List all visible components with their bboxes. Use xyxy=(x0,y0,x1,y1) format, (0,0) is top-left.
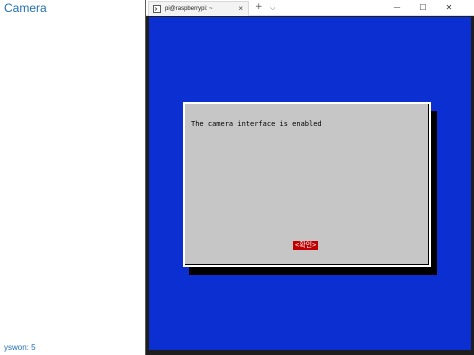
new-tab-button[interactable]: + xyxy=(255,1,263,13)
terminal-tab[interactable]: pi@raspberrypi: ~ × xyxy=(148,1,249,16)
left-pane: Camera yswon: 5 xyxy=(0,0,145,355)
app-title: Camera xyxy=(4,1,47,15)
dialog-message: The camera interface is enabled xyxy=(191,120,322,128)
ok-button[interactable]: <확인> xyxy=(293,241,319,250)
maximize-button[interactable]: ☐ xyxy=(412,0,434,15)
terminal-window: pi@raspberrypi: ~ × + ⌵ — ☐ ✕ The camera… xyxy=(145,0,474,355)
close-button[interactable]: ✕ xyxy=(438,0,460,15)
terminal-screen[interactable]: The camera interface is enabled <확인> xyxy=(149,17,471,350)
tab-dropdown-icon[interactable]: ⌵ xyxy=(270,2,275,14)
minimize-button[interactable]: — xyxy=(386,0,408,15)
tab-bar: pi@raspberrypi: ~ × + ⌵ — ☐ ✕ xyxy=(146,0,474,16)
tab-title: pi@raspberrypi: ~ xyxy=(165,6,213,12)
terminal-icon xyxy=(153,5,161,13)
footer-text: yswon: 5 xyxy=(4,343,36,352)
tab-close-icon[interactable]: × xyxy=(238,4,243,14)
message-dialog: The camera interface is enabled <확인> xyxy=(183,102,431,267)
